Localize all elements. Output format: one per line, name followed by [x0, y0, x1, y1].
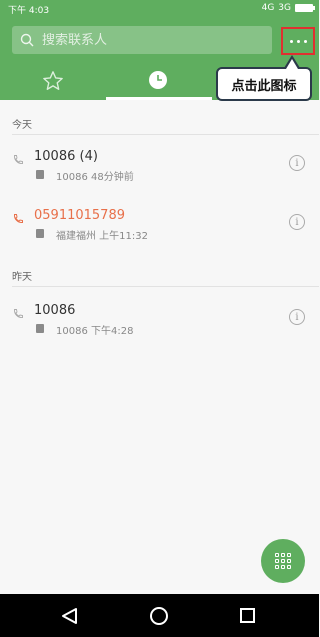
section-divider — [12, 286, 319, 287]
annotation-callout: 点击此图标 — [216, 67, 312, 101]
call-name: 10086 — [34, 303, 75, 318]
missed-call-icon — [13, 214, 23, 224]
more-dot-icon — [303, 39, 307, 43]
tab-selected-indicator — [106, 97, 212, 100]
sim-card-icon — [36, 170, 44, 179]
back-triangle-icon[interactable] — [61, 607, 79, 625]
tab-favorites-star-icon[interactable] — [42, 70, 64, 92]
call-name: 10086 (4) — [34, 149, 98, 164]
call-row[interactable]: 10086 (4) 10086 48分钟前 i — [0, 143, 319, 193]
search-icon — [20, 33, 34, 47]
status-indicators: 4G 3G — [261, 3, 315, 13]
callout-text: 点击此图标 — [231, 78, 297, 94]
incoming-call-icon — [14, 155, 23, 164]
more-dot-icon — [296, 39, 300, 43]
dialpad-icon — [275, 553, 291, 569]
search-box[interactable] — [12, 26, 272, 54]
sim-card-icon — [36, 324, 44, 333]
call-number: 10086 — [34, 149, 76, 164]
search-input[interactable] — [42, 32, 242, 48]
home-circle-icon[interactable] — [150, 607, 168, 625]
info-icon[interactable]: i — [289, 155, 305, 171]
call-row[interactable]: 05911015789 福建福州 上午11:32 i — [0, 202, 319, 252]
section-header-today: 今天 — [12, 120, 32, 131]
call-row[interactable]: 10086 10086 下午4:28 i — [0, 297, 319, 347]
call-number: 10086 — [34, 303, 76, 318]
battery-icon — [295, 4, 315, 12]
callout-pointer-inner — [286, 59, 298, 69]
status-time: 下午 4:03 — [8, 6, 50, 16]
call-number: 05911015789 — [34, 208, 125, 223]
network-3g-label: 3G — [278, 3, 291, 13]
call-count: (4) — [79, 149, 98, 164]
info-icon[interactable]: i — [289, 309, 305, 325]
call-name: 05911015789 — [34, 208, 125, 223]
call-detail: 10086 48分钟前 — [56, 172, 134, 183]
more-dot-icon — [289, 39, 293, 43]
system-navigation-bar — [0, 594, 319, 637]
call-detail: 10086 下午4:28 — [56, 326, 134, 337]
network-4g-label: 4G — [261, 3, 275, 13]
more-options-button[interactable] — [281, 27, 315, 55]
section-header-yesterday: 昨天 — [12, 272, 32, 283]
status-bar: 下午 4:03 4G 3G — [0, 0, 319, 18]
call-detail: 福建福州 上午11:32 — [56, 231, 148, 242]
incoming-call-icon — [14, 309, 23, 318]
dialpad-button[interactable] — [261, 539, 305, 583]
recent-apps-square-icon[interactable] — [240, 608, 255, 623]
tab-recent-clock-icon[interactable] — [148, 70, 168, 90]
info-icon[interactable]: i — [289, 214, 305, 230]
section-divider — [12, 134, 319, 135]
sim-card-icon — [36, 229, 44, 238]
